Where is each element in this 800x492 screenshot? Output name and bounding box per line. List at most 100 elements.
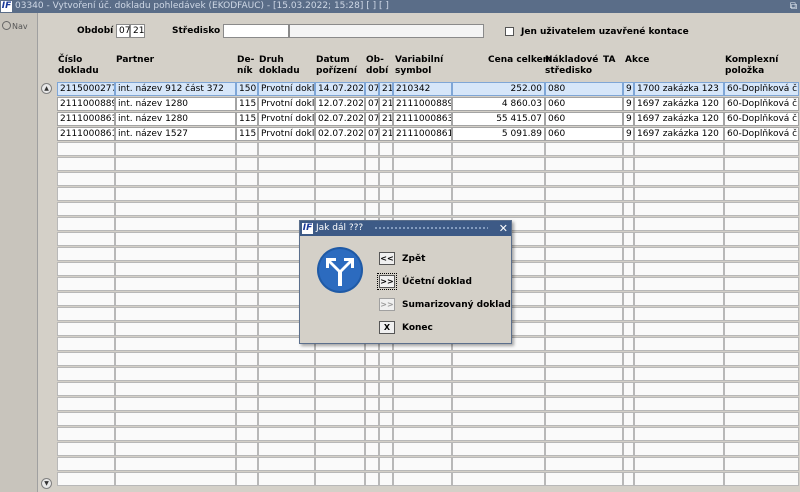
restore-icon[interactable]: ⧉ [790,0,797,13]
cell-cena[interactable]: 55 415.07 [452,112,545,126]
cell-mm[interactable] [365,427,379,441]
cell-str[interactable] [545,367,623,381]
cell-datum[interactable]: 12.07.2021 [315,97,365,111]
cell-str[interactable] [545,217,623,231]
cell-komplex[interactable]: 60-Doplňková činn [724,82,799,96]
cell-yy[interactable]: 21 [379,82,393,96]
cell-str[interactable] [545,262,623,276]
cell-cislo[interactable]: 2115000277 [57,82,115,96]
cell-ta[interactable] [623,172,634,186]
cell-str[interactable]: 060 [545,112,623,126]
cell-ta[interactable] [623,247,634,261]
cell-cena[interactable] [452,157,545,171]
cell-ta[interactable] [623,382,634,396]
cell-denik[interactable] [236,457,258,471]
cell-komplex[interactable] [724,277,799,291]
cell-str[interactable]: 060 [545,97,623,111]
cell-partner[interactable] [115,217,236,231]
cell-vs[interactable] [393,352,452,366]
cell-ta[interactable] [623,352,634,366]
cell-partner[interactable] [115,322,236,336]
cell-str[interactable] [545,142,623,156]
cell-ta[interactable]: 9 [623,112,634,126]
cell-datum[interactable] [315,202,365,216]
cell-komplex[interactable] [724,172,799,186]
cell-cislo[interactable] [57,157,115,171]
cell-ta[interactable] [623,157,634,171]
cell-vs[interactable] [393,157,452,171]
cell-str[interactable] [545,187,623,201]
cell-yy[interactable] [379,172,393,186]
cell-vs[interactable] [393,142,452,156]
cell-ta[interactable] [623,292,634,306]
cell-akce[interactable] [634,472,724,486]
cell-partner[interactable] [115,472,236,486]
cell-str[interactable]: 080 [545,82,623,96]
cell-yy[interactable] [379,472,393,486]
cell-denik[interactable] [236,202,258,216]
cell-str[interactable] [545,202,623,216]
cell-cislo[interactable] [57,442,115,456]
cell-komplex[interactable] [724,367,799,381]
cell-druh[interactable] [258,157,315,171]
cell-komplex[interactable] [724,382,799,396]
obdobi-month-field[interactable]: 07 [116,24,130,38]
cell-komplex[interactable] [724,292,799,306]
cell-datum[interactable] [315,397,365,411]
cell-komplex[interactable] [724,247,799,261]
cell-str[interactable]: 060 [545,127,623,141]
cell-ta[interactable]: 9 [623,82,634,96]
cell-komplex[interactable] [724,352,799,366]
cell-partner[interactable]: int. název 1280 [115,97,236,111]
cell-partner[interactable]: int. název 912 část 372 [115,82,236,96]
cell-cislo[interactable] [57,172,115,186]
cell-druh[interactable] [258,412,315,426]
cell-str[interactable] [545,397,623,411]
cell-komplex[interactable] [724,157,799,171]
cell-partner[interactable] [115,367,236,381]
cell-akce[interactable] [634,307,724,321]
cell-str[interactable] [545,322,623,336]
cell-cislo[interactable]: 2111000889 [57,97,115,111]
cell-cislo[interactable] [57,352,115,366]
cell-druh[interactable] [258,142,315,156]
cell-str[interactable] [545,172,623,186]
cell-mm[interactable] [365,157,379,171]
cell-partner[interactable]: int. název 1280 [115,112,236,126]
cell-yy[interactable]: 21 [379,112,393,126]
cell-partner[interactable] [115,307,236,321]
cell-mm[interactable] [365,172,379,186]
cell-str[interactable] [545,157,623,171]
cell-partner[interactable] [115,457,236,471]
cell-denik[interactable] [236,427,258,441]
cell-akce[interactable]: 1700 zakázka 123 [634,82,724,96]
cell-partner[interactable] [115,292,236,306]
cell-str[interactable] [545,427,623,441]
cell-mm[interactable] [365,202,379,216]
cell-str[interactable] [545,352,623,366]
cell-vs[interactable] [393,412,452,426]
cell-denik[interactable] [236,382,258,396]
cell-akce[interactable] [634,232,724,246]
cell-datum[interactable] [315,352,365,366]
cell-akce[interactable] [634,352,724,366]
cell-mm[interactable] [365,442,379,456]
cell-vs[interactable] [393,187,452,201]
stredisko-code-field[interactable] [223,24,289,38]
cell-druh[interactable] [258,172,315,186]
cell-datum[interactable]: 02.07.2021 [315,112,365,126]
cell-komplex[interactable] [724,217,799,231]
cell-cena[interactable] [452,457,545,471]
cell-akce[interactable] [634,262,724,276]
cell-akce[interactable]: 1697 zakázka 120 [634,97,724,111]
cell-denik[interactable] [236,247,258,261]
cell-ta[interactable] [623,277,634,291]
cell-ta[interactable] [623,232,634,246]
cell-datum[interactable] [315,412,365,426]
cell-datum[interactable] [315,427,365,441]
cell-ta[interactable] [623,217,634,231]
cell-partner[interactable] [115,262,236,276]
cell-yy[interactable]: 21 [379,97,393,111]
cell-akce[interactable] [634,427,724,441]
cell-cena[interactable] [452,352,545,366]
